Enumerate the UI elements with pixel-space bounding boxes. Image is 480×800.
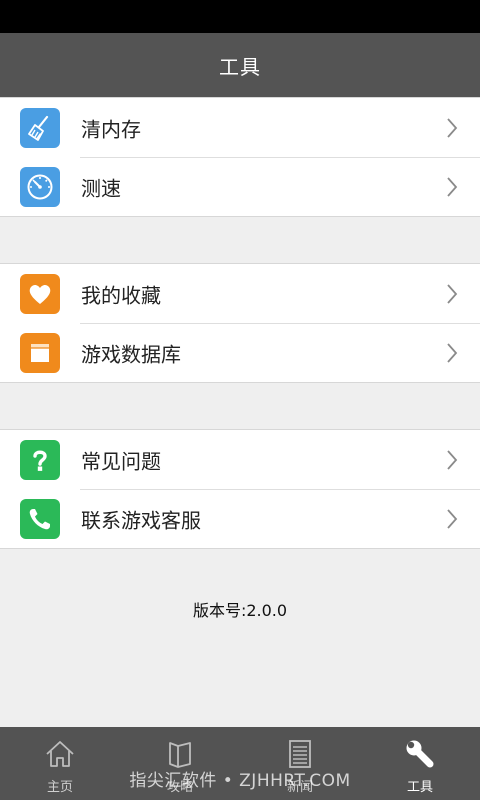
chevron-right-icon <box>447 117 458 138</box>
menu-item-label: 我的收藏 <box>81 283 161 307</box>
chevron-right-icon <box>447 449 458 470</box>
status-bar <box>0 0 480 33</box>
menu-item-label: 清内存 <box>81 117 141 141</box>
chevron-right-icon <box>447 508 458 529</box>
home-icon <box>46 741 74 767</box>
chevron-right-icon <box>447 176 458 197</box>
title-bar: 工具 <box>0 33 480 97</box>
book-icon <box>169 742 191 768</box>
tab-label: 攻略 <box>166 780 193 795</box>
tools-group-2: 我的收藏 游戏数据库 <box>0 263 480 383</box>
tab-home[interactable]: 主页 <box>0 727 120 800</box>
menu-item-label: 测速 <box>81 176 121 200</box>
tab-label: 主页 <box>46 780 73 795</box>
heart-icon <box>20 274 60 314</box>
tools-group-3: 常见问题 联系游戏客服 <box>0 429 480 549</box>
bottom-tab-bar: 主页 攻略 新闻 工具 <box>0 727 480 800</box>
version-text: 版本号:2.0.0 <box>192 601 288 620</box>
wrench-icon <box>406 740 434 768</box>
menu-item-faq[interactable]: 常见问题 <box>0 430 480 489</box>
database-box-icon <box>20 333 60 373</box>
menu-item-label: 联系游戏客服 <box>81 508 201 532</box>
broom-icon <box>20 108 60 148</box>
menu-item-clean-memory[interactable]: 清内存 <box>0 98 480 157</box>
tools-group-1: 清内存 测速 <box>0 97 480 217</box>
menu-item-contact-support[interactable]: 联系游戏客服 <box>0 489 480 548</box>
tab-guides[interactable]: 攻略 <box>120 727 240 800</box>
phone-icon <box>20 499 60 539</box>
page-title: 工具 <box>219 54 261 79</box>
tab-tools[interactable]: 工具 <box>360 727 480 800</box>
speedometer-icon <box>20 167 60 207</box>
news-icon <box>289 740 311 768</box>
chevron-right-icon <box>447 342 458 363</box>
menu-item-favorites[interactable]: 我的收藏 <box>0 264 480 323</box>
tab-label: 工具 <box>406 780 433 795</box>
tab-news[interactable]: 新闻 <box>240 727 360 800</box>
question-icon <box>20 440 60 480</box>
tab-label: 新闻 <box>286 780 313 795</box>
menu-item-game-database[interactable]: 游戏数据库 <box>0 323 480 382</box>
menu-item-label: 常见问题 <box>81 449 161 473</box>
menu-item-label: 游戏数据库 <box>81 342 181 366</box>
chevron-right-icon <box>447 283 458 304</box>
menu-item-speed-test[interactable]: 测速 <box>0 157 480 216</box>
